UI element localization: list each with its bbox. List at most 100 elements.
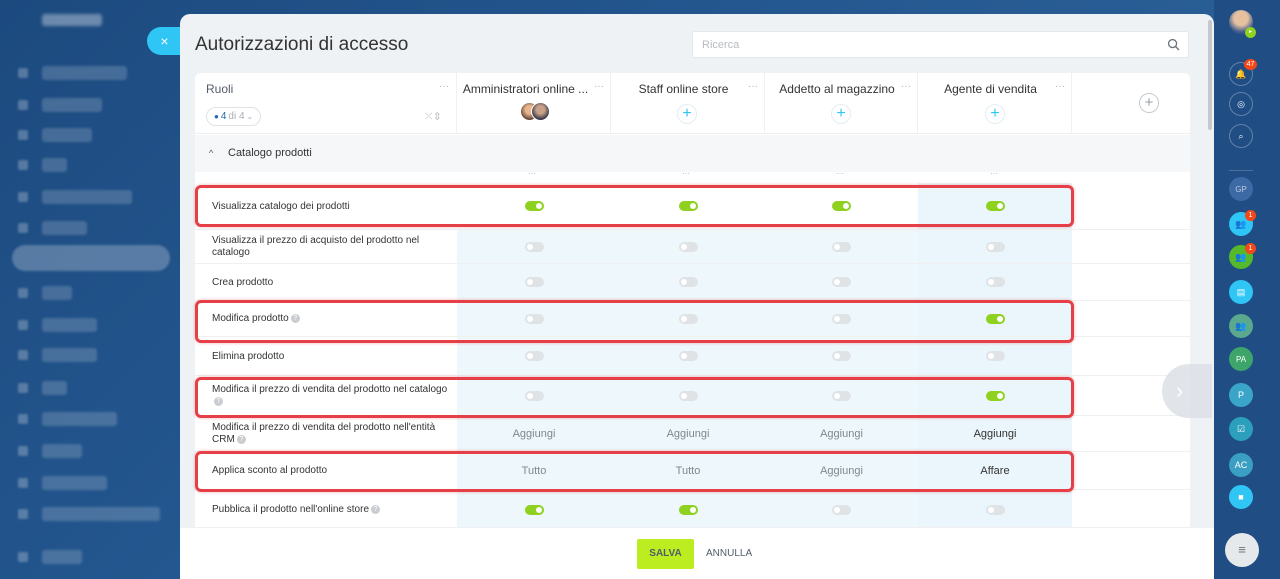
chat-avatar[interactable]: GP: [1229, 177, 1253, 201]
permission-toggle[interactable]: [985, 277, 1005, 287]
sidebar-icon: [18, 100, 28, 110]
menu-icon[interactable]: ≡: [1225, 533, 1259, 567]
sidebar-item[interactable]: [42, 318, 97, 332]
search-input[interactable]: [693, 32, 1153, 57]
sidebar-icon: [18, 383, 28, 393]
permission-toggle[interactable]: [524, 351, 544, 361]
column-menu-icon[interactable]: ···: [1055, 81, 1065, 92]
chat-search-icon[interactable]: ⌕: [1229, 124, 1253, 148]
chat-avatar[interactable]: P: [1229, 383, 1253, 407]
add-member-button[interactable]: +: [677, 104, 697, 124]
chat-avatar[interactable]: AC: [1229, 453, 1253, 477]
sidebar-item[interactable]: [42, 381, 67, 395]
permission-label: Pubblica il prodotto nell'online store?: [212, 504, 452, 516]
permission-value-link[interactable]: Aggiungi: [513, 428, 556, 440]
add-member-button[interactable]: +: [831, 104, 851, 124]
search-box[interactable]: [692, 31, 1189, 58]
permission-cell: [918, 264, 1072, 300]
role-avatars[interactable]: [520, 102, 550, 121]
sidebar-item[interactable]: [42, 476, 107, 490]
help-icon[interactable]: ?: [371, 504, 381, 514]
sidebar-icon: [18, 414, 28, 424]
sidebar-item[interactable]: [42, 507, 160, 521]
permission-toggle[interactable]: [832, 277, 851, 287]
role-column-header: Addetto al magazzino ··· +: [765, 73, 918, 134]
help-icon[interactable]: ?: [236, 434, 246, 444]
sidebar-item[interactable]: [42, 286, 72, 300]
permission-row: Visualizza il prezzo di acquisto del pro…: [195, 230, 1190, 264]
column-menu-icon[interactable]: ···: [748, 81, 758, 92]
section-header[interactable]: ^ Catalogo prodotti: [195, 135, 1190, 172]
sidebar-item[interactable]: [42, 190, 132, 204]
sidebar-item[interactable]: [42, 348, 97, 362]
sidebar-icon: [18, 130, 28, 140]
column-dots: ···: [990, 169, 998, 178]
eye-icon: ●: [214, 112, 219, 121]
add-role-button[interactable]: +: [1139, 93, 1159, 113]
permission-cell: [611, 264, 765, 300]
sidebar-icon: [18, 192, 28, 202]
sidebar-icon: [18, 160, 28, 170]
permission-toggle[interactable]: [985, 504, 1005, 515]
roles-count: 4: [220, 111, 227, 122]
sidebar-item[interactable]: [42, 444, 82, 458]
scrollbar[interactable]: [1208, 20, 1212, 130]
sidebar-item[interactable]: [42, 158, 67, 172]
sidebar-icon: [18, 552, 28, 562]
permission-toggle[interactable]: [678, 277, 698, 287]
close-button[interactable]: ×: [147, 27, 180, 55]
group-chat-icon[interactable]: 👥: [1229, 314, 1253, 338]
roles-filter-pill[interactable]: ● 4 di 4 ⌄: [206, 107, 262, 126]
permission-value-link[interactable]: Aggiungi: [820, 428, 863, 440]
permission-toggle[interactable]: [524, 504, 544, 515]
column-menu-icon[interactable]: ···: [901, 81, 911, 92]
roles-menu-icon[interactable]: ···: [439, 81, 449, 92]
sidebar-icon: [18, 320, 28, 330]
sidebar-item[interactable]: [42, 221, 87, 235]
permission-label-text: Visualizza il prezzo di acquisto del pro…: [212, 235, 420, 258]
sidebar-icon: [18, 478, 28, 488]
permission-value-link[interactable]: Aggiungi: [667, 428, 710, 440]
permission-cell: [765, 264, 918, 300]
save-button[interactable]: SALVA: [637, 539, 694, 569]
sidebar-item[interactable]: [42, 66, 127, 80]
sidebar-item[interactable]: [42, 412, 117, 426]
pulse-icon[interactable]: ◎: [1229, 92, 1253, 116]
sidebar-item[interactable]: [42, 98, 102, 112]
permission-label: Crea prodotto: [212, 277, 452, 289]
permission-toggle[interactable]: [832, 351, 851, 361]
open-channel-icon[interactable]: ▤: [1229, 280, 1253, 304]
permission-toggle[interactable]: [832, 504, 851, 515]
chat-avatar[interactable]: PA: [1229, 347, 1253, 371]
permission-toggle[interactable]: [524, 277, 544, 287]
permission-toggle[interactable]: [678, 241, 698, 252]
permission-value-link[interactable]: Aggiungi: [974, 428, 1017, 440]
chevron-up-icon[interactable]: ^: [209, 148, 213, 158]
search-icon[interactable]: [1167, 38, 1180, 51]
permission-toggle[interactable]: [678, 504, 698, 515]
video-call-icon[interactable]: ■: [1229, 485, 1253, 509]
highlight-box: [195, 377, 1074, 418]
column-dots: ···: [682, 169, 690, 178]
permission-toggle[interactable]: [985, 351, 1005, 361]
column-menu-icon[interactable]: ···: [594, 81, 604, 92]
add-member-button[interactable]: +: [985, 104, 1005, 124]
sidebar-item-active[interactable]: [12, 245, 170, 271]
permission-toggle[interactable]: [985, 241, 1005, 252]
sidebar-item[interactable]: [42, 550, 82, 564]
cancel-button[interactable]: ANNULLA: [706, 539, 752, 569]
permission-cell: [457, 264, 611, 300]
column-dots: ···: [836, 169, 844, 178]
permission-label-text: Crea prodotto: [212, 277, 274, 288]
permission-toggle[interactable]: [832, 241, 851, 252]
permission-row: Pubblica il prodotto nell'online store?: [195, 490, 1190, 530]
portal-logo: [42, 14, 102, 26]
permission-toggle[interactable]: [524, 241, 544, 252]
tasks-icon[interactable]: ☑: [1229, 417, 1253, 441]
sidebar-item[interactable]: [42, 128, 92, 142]
highlight-box: [195, 300, 1074, 343]
permission-toggle[interactable]: [678, 351, 698, 361]
permission-label-text: Elimina prodotto: [212, 351, 285, 362]
scroll-right-button[interactable]: ›: [1162, 364, 1212, 418]
collapse-expand-icon[interactable]: ⤫ ⇳: [425, 111, 440, 122]
